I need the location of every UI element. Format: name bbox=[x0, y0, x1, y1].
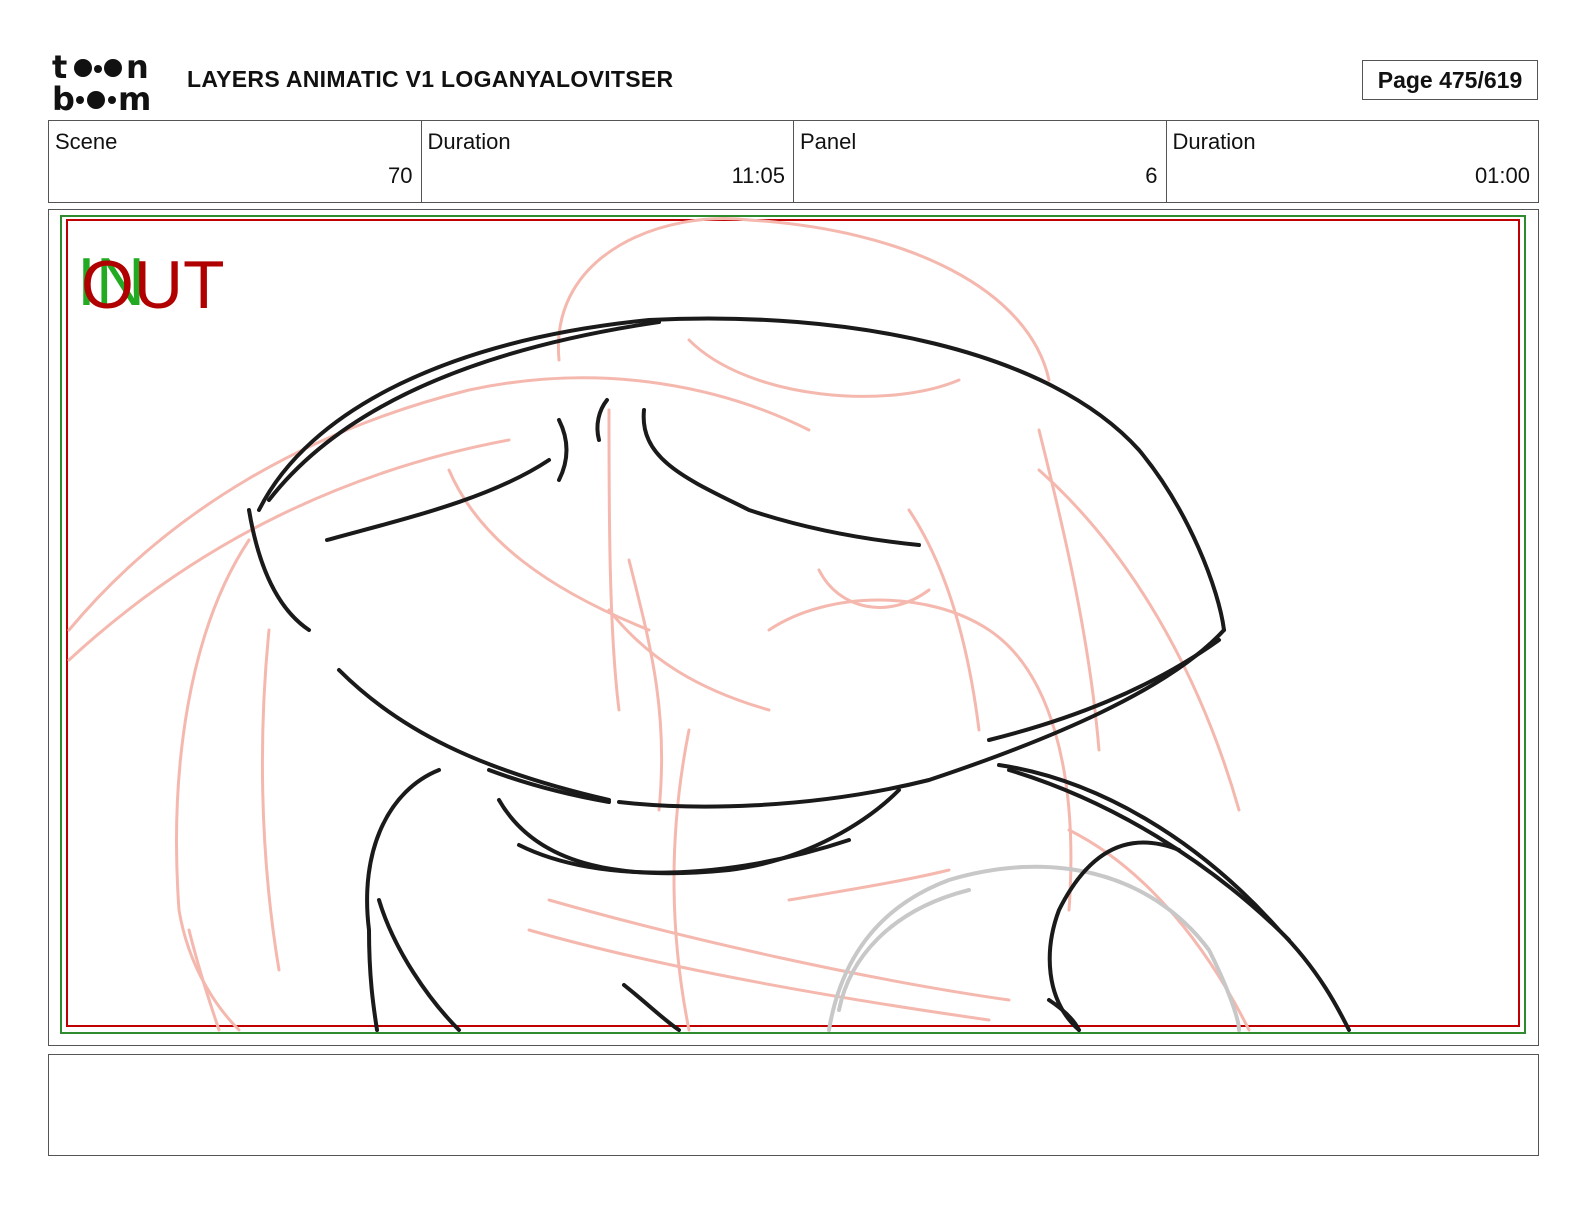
toon-boom-logo: t n b m bbox=[52, 50, 151, 114]
logo-text-bottom: b bbox=[52, 80, 75, 114]
panel-value: 6 bbox=[1145, 163, 1158, 188]
document-title: LAYERS ANIMATIC V1 LOGANYALOVITSER bbox=[187, 66, 674, 92]
panel-cell: Panel 6 bbox=[794, 121, 1167, 202]
out-marker: OUT bbox=[81, 247, 225, 323]
safe-frame-red bbox=[66, 219, 1520, 1027]
svg-text:m: m bbox=[118, 80, 151, 114]
safe-frame-green bbox=[60, 215, 1526, 1034]
rough-sketch-layer bbox=[67, 217, 1251, 1032]
scene-value: 70 bbox=[388, 163, 413, 188]
panel-label: Panel bbox=[800, 129, 857, 154]
panel-duration-cell: Duration 01:00 bbox=[1167, 121, 1539, 202]
panel-info-table: Scene 70 Duration 11:05 Panel 6 Duration… bbox=[48, 120, 1539, 203]
panel-duration-label: Duration bbox=[1172, 129, 1256, 154]
scene-duration-label: Duration bbox=[427, 129, 511, 154]
scene-duration-value: 11:05 bbox=[731, 163, 785, 188]
page-number: Page 475/619 bbox=[1362, 60, 1538, 100]
scene-cell: Scene 70 bbox=[49, 121, 422, 202]
scene-duration-cell: Duration 11:05 bbox=[422, 121, 794, 202]
scene-label: Scene bbox=[55, 129, 118, 154]
storyboard-panel: IN OUT bbox=[48, 209, 1539, 1046]
panel-duration-value: 01:00 bbox=[1474, 163, 1530, 188]
panel-notes-box bbox=[48, 1054, 1539, 1156]
panel-drawing: IN OUT bbox=[60, 215, 1526, 1034]
